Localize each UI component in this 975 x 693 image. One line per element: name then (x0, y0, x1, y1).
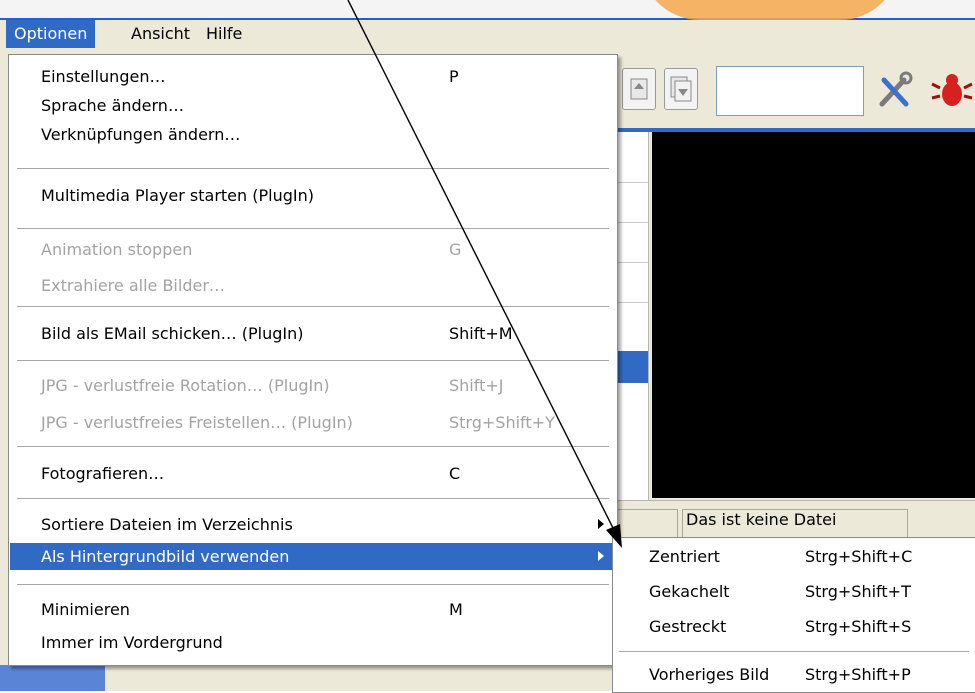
submenu-item-label: Zentriert (649, 547, 720, 566)
menu-item-multimedia-player[interactable]: Multimedia Player starten (PlugIn) (10, 182, 616, 209)
menu-item-animation-stoppen[interactable]: Animation stoppen G (10, 236, 616, 263)
status-text: Das ist keine Datei (686, 510, 837, 529)
menu-item-email-schicken[interactable]: Bild als EMail schicken… (PlugIn) Shift+… (10, 320, 616, 347)
menu-item-shortcut: C (449, 464, 461, 483)
menu-item-label: JPG - verlustfreie Rotation… (PlugIn) (41, 376, 330, 395)
menu-hilfe[interactable]: Hilfe (198, 20, 250, 48)
menu-item-fotografieren[interactable]: Fotografieren… C (10, 460, 616, 487)
submenu-item-label: Gestreckt (649, 617, 727, 636)
hintergrundbild-submenu: Zentriert Strg+Shift+C Gekachelt Strg+Sh… (612, 537, 975, 693)
menu-item-jpg-freistellen[interactable]: JPG - verlustfreies Freistellen… (PlugIn… (10, 409, 616, 436)
menu-item-label: Extrahiere alle Bilder… (41, 276, 225, 295)
optionen-menu: Einstellungen… P Sprache ändern… Verknüp… (8, 54, 618, 666)
menu-item-sprache[interactable]: Sprache ändern… (10, 92, 616, 119)
menu-item-jpg-rotation[interactable]: JPG - verlustfreie Rotation… (PlugIn) Sh… (10, 372, 616, 399)
taskbar-fragment (0, 665, 105, 691)
menu-item-minimieren[interactable]: Minimieren M (10, 596, 616, 623)
submenu-item-gestreckt[interactable]: Gestreckt Strg+Shift+S (613, 612, 975, 642)
menu-ansicht[interactable]: Ansicht (123, 20, 198, 48)
menu-bar: Optionen Ansicht Hilfe (0, 20, 975, 49)
tools-icon[interactable] (874, 70, 918, 110)
menu-item-immer-vordergrund[interactable]: Immer im Vordergrund (10, 629, 616, 656)
menu-item-label: Als Hintergrundbild verwenden (41, 547, 290, 566)
bug-icon[interactable] (930, 70, 974, 110)
submenu-item-shortcut: Strg+Shift+C (805, 547, 913, 566)
menu-item-shortcut: P (449, 67, 459, 86)
menu-item-label: Multimedia Player starten (PlugIn) (41, 186, 314, 205)
menu-item-shortcut: Shift+J (449, 376, 504, 395)
submenu-item-label: Gekachelt (649, 582, 730, 601)
menu-item-label: JPG - verlustfreies Freistellen… (PlugIn… (41, 413, 353, 432)
menu-separator (17, 360, 609, 361)
menu-item-shortcut: Shift+M (449, 324, 513, 343)
submenu-separator (619, 651, 969, 652)
menu-item-label: Minimieren (41, 600, 130, 619)
menu-item-label: Verknüpfungen ändern… (41, 125, 241, 144)
menu-item-label: Bild als EMail schicken… (PlugIn) (41, 324, 304, 343)
menu-separator (17, 584, 609, 585)
toolbar (612, 60, 975, 120)
menu-separator (17, 228, 609, 229)
menu-item-shortcut: G (449, 240, 462, 259)
submenu-item-shortcut: Strg+Shift+P (805, 665, 911, 684)
menu-item-label: Sprache ändern… (41, 96, 184, 115)
submenu-item-shortcut: Strg+Shift+S (805, 617, 912, 636)
menu-item-sortiere-dateien[interactable]: Sortiere Dateien im Verzeichnis (10, 511, 616, 538)
menu-item-shortcut: M (449, 600, 463, 619)
page-down-icon[interactable] (664, 68, 698, 110)
menu-item-hintergrundbild[interactable]: Als Hintergrundbild verwenden (10, 543, 616, 570)
triangle-right-icon (598, 551, 604, 561)
menu-item-label: Immer im Vordergrund (41, 633, 223, 652)
menu-separator (17, 168, 609, 169)
menu-item-label: Einstellungen… (41, 67, 166, 86)
menu-item-verknuepfungen[interactable]: Verknüpfungen ändern… (10, 121, 616, 148)
menu-separator (17, 446, 609, 447)
menu-item-einstellungen[interactable]: Einstellungen… P (10, 63, 616, 90)
submenu-item-vorheriges-bild[interactable]: Vorheriges Bild Strg+Shift+P (613, 660, 975, 690)
menu-item-shortcut: Strg+Shift+Y (449, 413, 555, 432)
menu-item-label: Fotografieren… (41, 464, 165, 483)
menu-separator (17, 306, 609, 307)
menu-item-label: Animation stoppen (41, 240, 193, 259)
menu-item-label: Sortiere Dateien im Verzeichnis (41, 515, 293, 534)
submenu-item-zentriert[interactable]: Zentriert Strg+Shift+C (613, 542, 975, 572)
submenu-item-shortcut: Strg+Shift+T (805, 582, 911, 601)
menu-item-extrahiere-bilder[interactable]: Extrahiere alle Bilder… (10, 272, 616, 299)
triangle-right-icon (598, 519, 604, 529)
submenu-item-gekachelt[interactable]: Gekachelt Strg+Shift+T (613, 577, 975, 607)
image-preview (652, 132, 975, 498)
toolbar-input[interactable] (716, 66, 864, 116)
page-up-icon[interactable] (622, 68, 656, 110)
submenu-item-label: Vorheriges Bild (649, 665, 770, 684)
menu-optionen[interactable]: Optionen (6, 20, 96, 48)
menu-separator (17, 498, 609, 499)
